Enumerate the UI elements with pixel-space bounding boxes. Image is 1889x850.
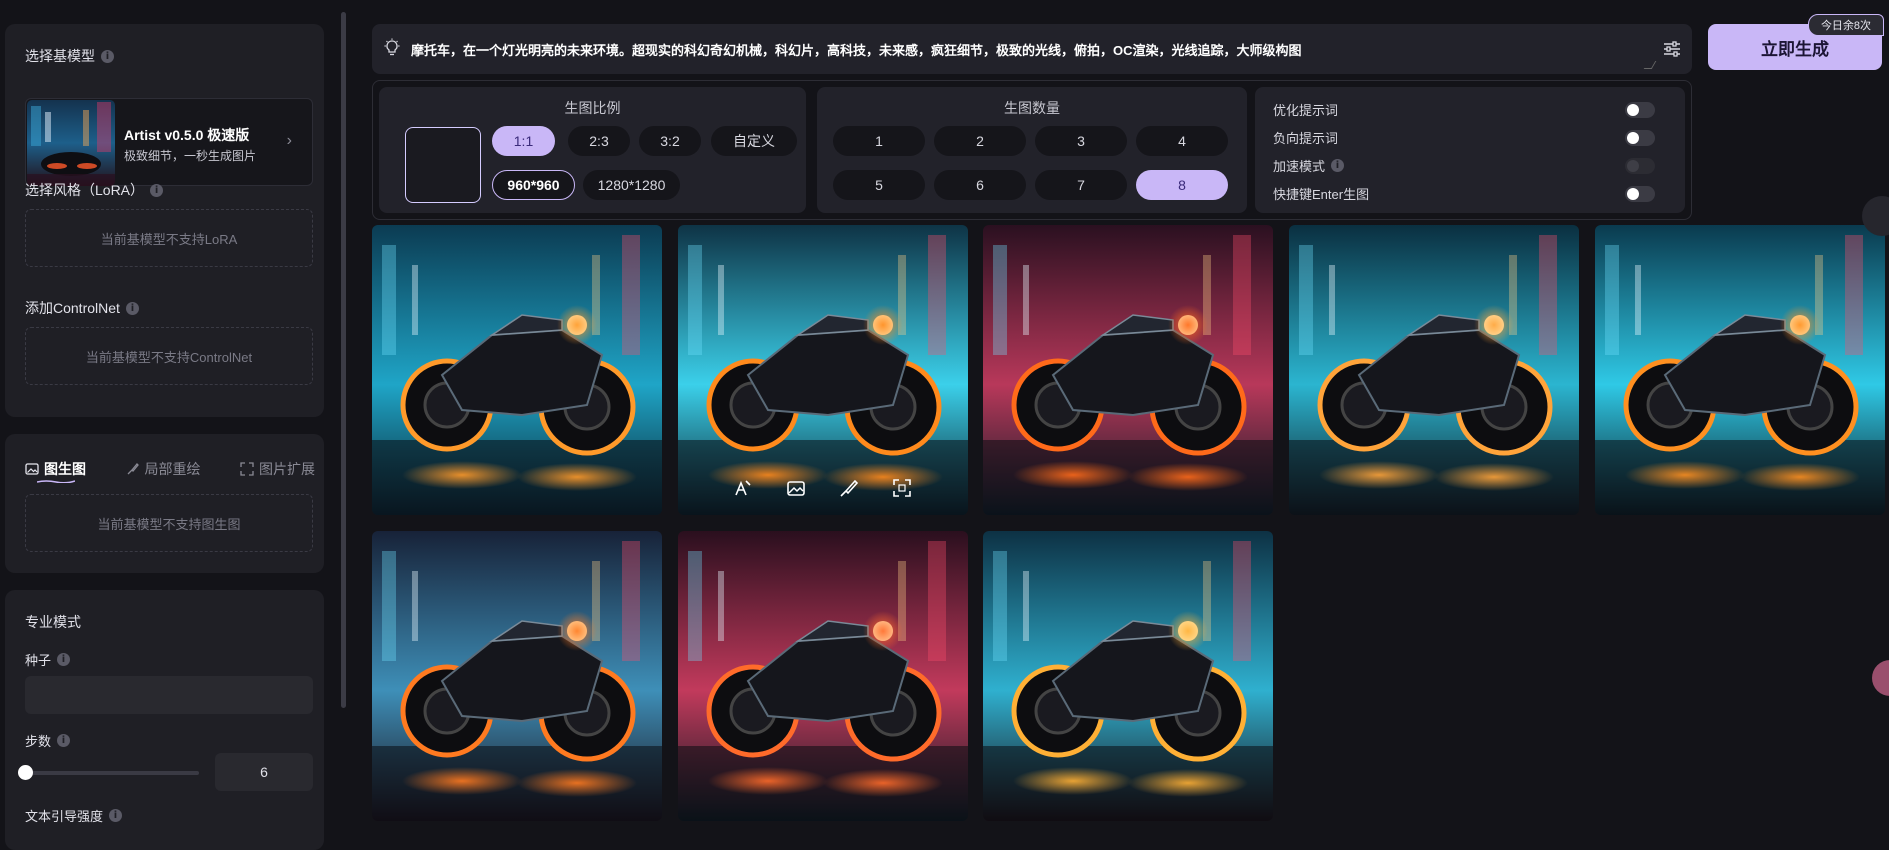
generated-image[interactable] — [983, 225, 1273, 515]
count-option-3[interactable]: 3 — [1035, 126, 1127, 156]
pro-mode-panel: 专业模式 种子 i 步数 i 6 文本引导强度 i — [5, 590, 324, 850]
ratio-preview — [405, 127, 481, 203]
img2img-panel: 图生图 局部重绘 图片扩展 当前基模型不支持图生图 — [5, 434, 324, 573]
generated-image[interactable] — [678, 225, 968, 515]
image-hover-actions — [728, 473, 917, 503]
generated-image[interactable] — [372, 225, 662, 515]
accelerate-mode-toggle[interactable] — [1625, 158, 1655, 174]
sidebar: 选择基模型 i Artist v0.5.0 极速版 极致细节，一秒生成图片 › … — [0, 0, 338, 850]
count-option-1[interactable]: 1 — [833, 126, 925, 156]
generated-image[interactable] — [1595, 225, 1885, 515]
settings-panel: 生图比例 1:1 2:3 3:2 自定义 960*960 1280*1280 生… — [372, 80, 1692, 220]
base-model-title: 选择基模型 i — [25, 46, 114, 66]
ratio-option-3-2[interactable]: 3:2 — [639, 126, 701, 156]
count-option-6[interactable]: 6 — [934, 170, 1026, 200]
info-icon[interactable]: i — [109, 809, 123, 822]
model-thumbnail — [27, 100, 115, 186]
tab-outpaint[interactable]: 图片扩展 — [240, 456, 315, 482]
count-option-4[interactable]: 4 — [1136, 126, 1228, 156]
count-panel: 生图数量 1 2 3 4 5 6 7 8 — [817, 87, 1247, 213]
model-desc: 极致细节，一秒生成图片 — [124, 149, 257, 163]
ratio-option-2-3[interactable]: 2:3 — [568, 126, 630, 156]
toggle-row-optimize-prompt: 优化提示词 — [1273, 99, 1669, 119]
size-option-960[interactable]: 960*960 — [492, 170, 575, 200]
ratio-panel: 生图比例 1:1 2:3 3:2 自定义 960*960 1280*1280 — [379, 87, 806, 213]
size-option-1280[interactable]: 1280*1280 — [583, 170, 680, 200]
generated-image[interactable] — [678, 531, 968, 821]
count-option-8[interactable]: 8 — [1136, 170, 1228, 200]
info-icon[interactable]: i — [57, 734, 71, 747]
seed-label: 种子 i — [25, 650, 71, 669]
tab-img2img[interactable]: 图生图 — [25, 456, 86, 483]
info-icon[interactable]: i — [57, 653, 71, 666]
prompt-text: 摩托车，在一个灯光明亮的未来环境。超现实的科幻奇幻机械，科幻片，高科技，未来感，… — [411, 43, 1302, 58]
sidebar-scrollbar[interactable] — [341, 12, 346, 708]
sliders-icon[interactable] — [1662, 39, 1682, 59]
steps-label: 步数 i — [25, 731, 71, 750]
lora-empty-box: 当前基模型不支持LoRA — [25, 209, 313, 267]
tab-inpaint[interactable]: 局部重绘 — [126, 456, 201, 482]
image-icon[interactable] — [781, 473, 811, 503]
pro-mode-title: 专业模式 — [25, 614, 81, 630]
brush-icon — [127, 463, 139, 475]
toggles-panel: 优化提示词 负向提示词 加速模式 i 快捷键Enter生图 — [1255, 87, 1685, 213]
info-icon[interactable]: i — [101, 49, 114, 63]
expand-icon[interactable] — [887, 473, 917, 503]
generated-image[interactable] — [372, 531, 662, 821]
toggle-row-enter-shortcut: 快捷键Enter生图 — [1273, 183, 1669, 203]
resize-grip[interactable] — [1643, 61, 1657, 69]
image-icon — [25, 463, 39, 475]
controlnet-empty-box: 当前基模型不支持ControlNet — [25, 327, 313, 385]
brush-icon[interactable] — [834, 473, 864, 503]
count-option-5[interactable]: 5 — [833, 170, 925, 200]
info-icon[interactable]: i — [125, 301, 139, 315]
model-name: Artist v0.5.0 极速版 — [124, 127, 250, 143]
negative-prompt-toggle[interactable] — [1625, 130, 1655, 146]
count-option-7[interactable]: 7 — [1035, 170, 1127, 200]
toggle-row-accelerate: 加速模式 i — [1273, 155, 1669, 175]
info-icon[interactable]: i — [150, 183, 164, 197]
side-float-button-secondary[interactable] — [1872, 660, 1889, 696]
steps-slider-track[interactable] — [25, 771, 199, 775]
chevron-right-icon: › — [286, 132, 292, 149]
prompt-input[interactable]: 摩托车，在一个灯光明亮的未来环境。超现实的科幻奇幻机械，科幻片，高科技，未来感，… — [372, 24, 1692, 74]
tab-underline — [37, 480, 75, 483]
steps-slider-knob[interactable] — [18, 765, 33, 780]
steps-input[interactable]: 6 — [215, 753, 313, 791]
generated-image[interactable] — [983, 531, 1273, 821]
info-icon[interactable]: i — [1331, 158, 1345, 172]
lora-title: 选择风格（LoRA） i — [25, 180, 164, 200]
enter-shortcut-toggle[interactable] — [1625, 186, 1655, 202]
expand-icon — [240, 462, 254, 476]
controlnet-title: 添加ControlNet i — [25, 298, 139, 318]
img2img-empty-box: 当前基模型不支持图生图 — [25, 494, 313, 552]
model-panel: 选择基模型 i Artist v0.5.0 极速版 极致细节，一秒生成图片 › … — [5, 24, 324, 417]
optimize-prompt-toggle[interactable] — [1625, 102, 1655, 118]
count-title: 生图数量 — [1004, 100, 1060, 116]
ratio-title: 生图比例 — [564, 100, 621, 116]
img2img-tabs: 图生图 局部重绘 图片扩展 — [25, 456, 315, 483]
generated-image[interactable] — [1289, 225, 1579, 515]
ratio-option-1-1[interactable]: 1:1 — [492, 126, 555, 156]
ratio-option-custom[interactable]: 自定义 — [711, 126, 797, 156]
remaining-quota-badge: 今日余8次 — [1808, 14, 1884, 36]
toggle-row-negative-prompt: 负向提示词 — [1273, 127, 1669, 147]
sketch-icon[interactable] — [728, 473, 758, 503]
seed-input[interactable] — [25, 676, 313, 714]
count-option-2[interactable]: 2 — [934, 126, 1026, 156]
base-model-card[interactable]: Artist v0.5.0 极速版 极致细节，一秒生成图片 › — [25, 98, 313, 186]
text-guidance-label: 文本引导强度 i — [25, 806, 123, 825]
lightbulb-icon — [384, 38, 400, 56]
